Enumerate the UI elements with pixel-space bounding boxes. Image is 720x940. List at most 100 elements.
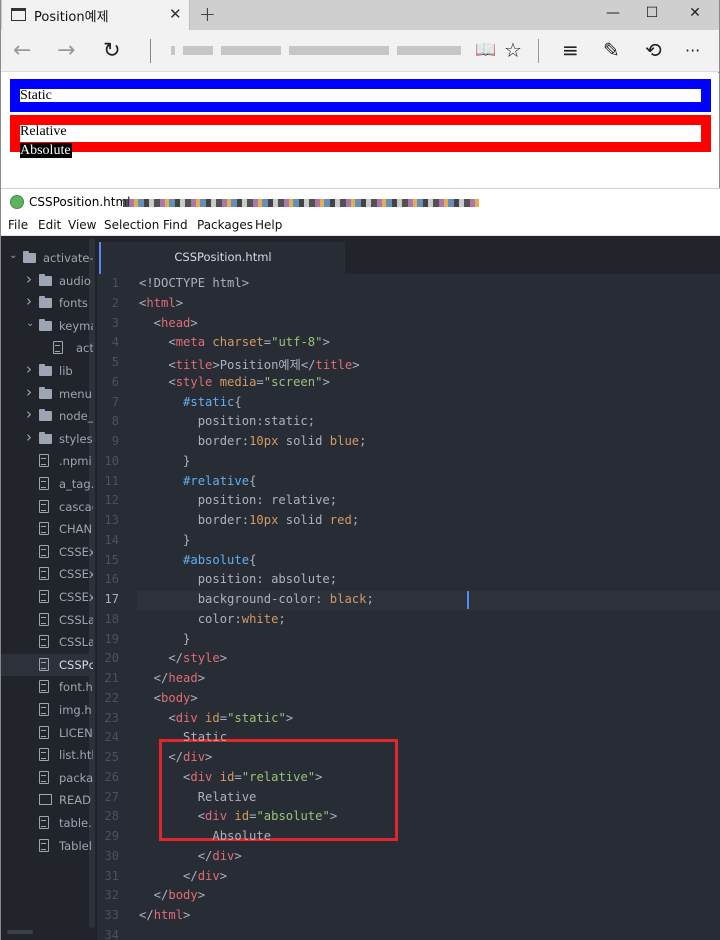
code-line[interactable]: #relative{ <box>139 474 256 488</box>
refresh-icon[interactable]: ↻ <box>103 38 121 62</box>
address-text-blurred[interactable] <box>171 46 175 55</box>
menu-help[interactable]: Help <box>255 218 282 232</box>
code-line[interactable]: position:static; <box>139 414 315 428</box>
code-line[interactable]: <html> <box>139 296 183 310</box>
window-close-icon[interactable]: ✕ <box>685 5 705 21</box>
code-line[interactable]: position: absolute; <box>139 572 337 586</box>
code-line[interactable]: color:white; <box>139 612 286 626</box>
tree-file[interactable]: CSSLa <box>1 631 93 653</box>
tree-file[interactable]: table. <box>1 812 93 834</box>
tree-folder[interactable]: › lib <box>1 360 93 382</box>
tree-file[interactable]: CSSLa <box>1 609 93 631</box>
chevron-right-icon[interactable]: › <box>26 405 32 423</box>
code-line[interactable]: <style media="screen"> <box>139 375 329 389</box>
menu-edit[interactable]: Edit <box>38 218 61 232</box>
back-arrow-icon[interactable]: ← <box>13 38 31 63</box>
code-line[interactable]: border:10px solid red; <box>139 513 359 527</box>
browser-tab[interactable]: Position예제 ✕ <box>2 0 190 30</box>
code-line[interactable]: Absolute <box>139 829 271 843</box>
reading-view-icon[interactable]: 📖 <box>475 40 496 60</box>
chevron-right-icon[interactable]: › <box>26 270 32 288</box>
tab-cssposition[interactable]: CSSPosition.html <box>99 242 345 274</box>
tree-file[interactable]: list.htl <box>1 744 93 766</box>
tree-file[interactable]: img.h <box>1 699 93 721</box>
tree-file[interactable]: CSSEx <box>1 563 93 585</box>
address-text-blurred[interactable] <box>289 46 389 55</box>
tree-folder[interactable]: › styles <box>1 428 93 450</box>
tree-folder[interactable]: › node_ <box>1 405 93 427</box>
tree-file[interactable]: Tablel <box>1 835 93 857</box>
tree-folder[interactable]: ⌄ activate-p <box>1 247 93 269</box>
code-line[interactable]: </body> <box>139 888 205 902</box>
tree-folder[interactable]: ⌄ keyma <box>1 315 93 337</box>
code-editor[interactable]: 1 2 3 4 5 6 7 8 9 10 11 12 13 14 15 16 17 18 19 20 21 22 23 24 2… <box>97 274 720 940</box>
file-icon <box>39 725 49 739</box>
tree-file[interactable]: font.h <box>1 676 93 698</box>
code-line[interactable]: position: relative; <box>139 493 337 507</box>
chevron-right-icon[interactable]: › <box>26 292 32 310</box>
code-line[interactable]: Static <box>139 730 227 744</box>
address-text-blurred[interactable] <box>397 46 461 55</box>
maximize-icon[interactable]: ☐ <box>642 5 662 21</box>
code-line[interactable]: <head> <box>139 316 198 330</box>
tree-file[interactable]: READ <box>1 789 93 811</box>
tree-file[interactable]: CSSEx <box>1 586 93 608</box>
tree-folder[interactable]: › audio <box>1 270 93 292</box>
new-tab-button[interactable]: + <box>199 2 216 26</box>
code-line[interactable]: </div> <box>139 750 212 764</box>
tree-item-label: act <box>76 341 93 356</box>
code-line[interactable]: </style> <box>139 651 227 665</box>
code-line[interactable]: #static{ <box>139 395 242 409</box>
tree-file[interactable]: .npmi <box>1 450 93 472</box>
menu-find[interactable]: Find <box>163 218 188 232</box>
tree-file[interactable]: packa <box>1 767 93 789</box>
code-line[interactable]: } <box>139 632 190 646</box>
tree-file[interactable]: a_tag. <box>1 473 93 495</box>
address-text-blurred[interactable] <box>183 46 213 55</box>
code-line[interactable]: #absolute{ <box>139 553 256 567</box>
code-line[interactable]: background-color: black; <box>139 592 374 606</box>
share-icon[interactable]: ⟲ <box>645 38 662 62</box>
code-line[interactable]: <title>Position예제</title> <box>139 355 359 373</box>
tree-file[interactable]: cascac <box>1 496 93 518</box>
horizontal-scrollbar[interactable] <box>7 930 33 934</box>
tree-folder[interactable]: › menu <box>1 383 93 405</box>
code-line[interactable]: </head> <box>139 671 205 685</box>
chevron-down-icon[interactable]: ⌄ <box>26 318 34 329</box>
code-line[interactable]: } <box>139 454 190 468</box>
tree-file[interactable]: CSSPc <box>1 653 93 676</box>
more-icon[interactable]: ··· <box>685 41 700 60</box>
code-line[interactable]: Relative <box>139 790 257 804</box>
code-line[interactable]: </div> <box>139 849 242 863</box>
menu-file[interactable]: File <box>8 218 28 232</box>
chevron-right-icon[interactable]: › <box>26 428 32 446</box>
tree-file[interactable]: CHAN <box>1 518 93 540</box>
code-line[interactable]: <meta charset="utf-8"> <box>139 335 329 349</box>
favorite-star-icon[interactable]: ☆ <box>504 38 522 62</box>
forward-arrow-icon[interactable]: → <box>57 38 75 63</box>
chevron-down-icon[interactable]: ⌄ <box>9 250 17 261</box>
code-line[interactable]: </html> <box>139 908 190 922</box>
code-line[interactable]: <div id="relative"> <box>139 770 322 784</box>
tab-close-icon[interactable]: ✕ <box>169 5 182 23</box>
code-line[interactable]: border:10px solid blue; <box>139 434 367 448</box>
code-line[interactable]: <div id="static"> <box>139 711 293 725</box>
address-text-blurred[interactable] <box>221 46 281 55</box>
chevron-right-icon[interactable]: › <box>26 383 32 401</box>
minimize-icon[interactable]: — <box>603 5 623 21</box>
chevron-right-icon[interactable]: › <box>26 360 32 378</box>
code-line[interactable]: } <box>139 533 190 547</box>
code-line[interactable]: </div> <box>139 869 227 883</box>
code-line[interactable]: <body> <box>139 691 198 705</box>
tree-file[interactable]: act <box>1 337 93 359</box>
code-line[interactable]: <!DOCTYPE html> <box>139 276 249 290</box>
hub-icon[interactable]: ≡ <box>562 38 579 62</box>
menu-view[interactable]: View <box>68 218 96 232</box>
tree-file[interactable]: CSSEx <box>1 541 93 563</box>
tree-folder[interactable]: › fonts <box>1 292 93 314</box>
tree-file[interactable]: LICEN <box>1 722 93 744</box>
menu-packages[interactable]: Packages <box>197 218 253 232</box>
web-note-icon[interactable]: ✎ <box>603 38 620 62</box>
menu-selection[interactable]: Selection <box>104 218 159 232</box>
code-line[interactable]: <div id="absolute"> <box>139 809 337 823</box>
